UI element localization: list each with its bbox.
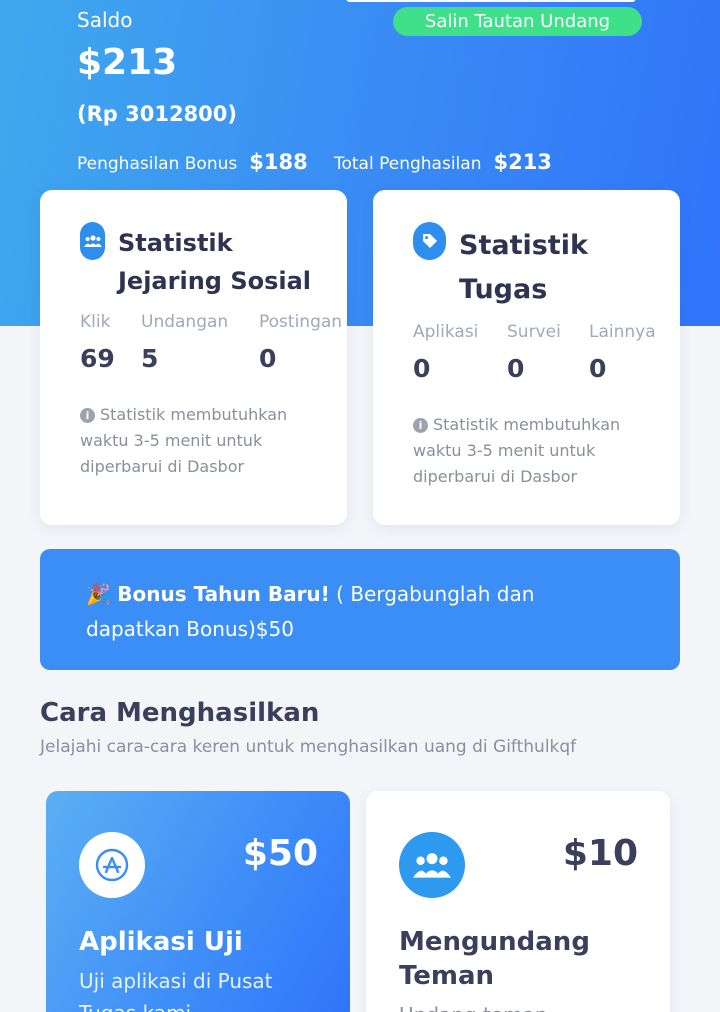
task-stats-title: Statistik Tugas <box>459 230 588 305</box>
new-year-bonus-banner[interactable]: 🎉 Bonus Tahun Baru! ( Bergabunglah dan d… <box>40 549 680 670</box>
stat-others: Lainnya 0 <box>589 322 656 383</box>
stat-clicks: Klik 69 <box>80 312 115 373</box>
bonus-banner-title: Bonus Tahun Baru! <box>117 582 330 606</box>
info-icon: i <box>413 418 428 433</box>
bonus-earnings-label: Penghasilan Bonus <box>77 154 238 174</box>
stat-invites: Undangan 5 <box>141 312 229 373</box>
earn-card-title: Mengundang Teman <box>399 927 590 991</box>
earn-card-test-apps[interactable]: $50 Aplikasi Uji Uji aplikasi di Pusat T… <box>46 791 350 1012</box>
info-icon: i <box>80 408 95 423</box>
total-earnings-value: $213 <box>493 150 552 174</box>
tag-icon <box>413 222 446 260</box>
earn-card-description: Uji aplikasi di Pusat Tugas kami <box>79 969 273 1012</box>
users-icon <box>399 832 465 898</box>
top-bar-edge <box>346 0 636 2</box>
section-subtitle: Jelajahi cara-cara keren untuk menghasil… <box>40 737 577 757</box>
bonus-earnings-value: $188 <box>249 150 308 174</box>
users-icon <box>80 222 105 260</box>
party-popper-icon: 🎉 <box>86 582 111 606</box>
earn-card-description: Undang teman <box>399 999 639 1012</box>
section-title: Cara Menghasilkan <box>40 698 320 728</box>
balance-label: Saldo <box>77 8 133 32</box>
total-earnings-label: Total Penghasilan <box>334 154 482 174</box>
task-stats-card: Statistik Tugas Aplikasi 0 Survei 0 Lain… <box>373 190 680 525</box>
earn-card-title: Aplikasi Uji <box>79 927 243 957</box>
total-earnings: Total Penghasilan $213 <box>334 150 552 174</box>
stat-posts: Postingan 0 <box>259 312 343 373</box>
copy-invite-link-button[interactable]: Salin Tautan Undang <box>393 7 642 36</box>
social-stats-card: Statistik Jejaring Sosial Klik 69 Undang… <box>40 190 347 525</box>
app-store-icon <box>79 832 145 898</box>
stat-apps: Aplikasi 0 <box>413 322 479 383</box>
social-stats-note: i Statistik membutuhkan waktu 3-5 menit u… <box>80 405 288 476</box>
task-stats-note: i Statistik membutuhkan waktu 3-5 menit u… <box>413 415 621 486</box>
stat-surveys: Survei 0 <box>507 322 561 383</box>
earn-amount: $50 <box>242 833 318 874</box>
earn-amount: $10 <box>562 833 638 874</box>
earn-card-invite-friends[interactable]: $10 Mengundang Teman Undang teman <box>366 791 670 1012</box>
balance-amount: $213 <box>77 42 178 83</box>
bonus-earnings: Penghasilan Bonus $188 <box>77 150 308 174</box>
social-stats-title: Statistik Jejaring Sosial <box>118 229 312 295</box>
balance-local-amount: (Rp 3012800) <box>77 102 237 126</box>
